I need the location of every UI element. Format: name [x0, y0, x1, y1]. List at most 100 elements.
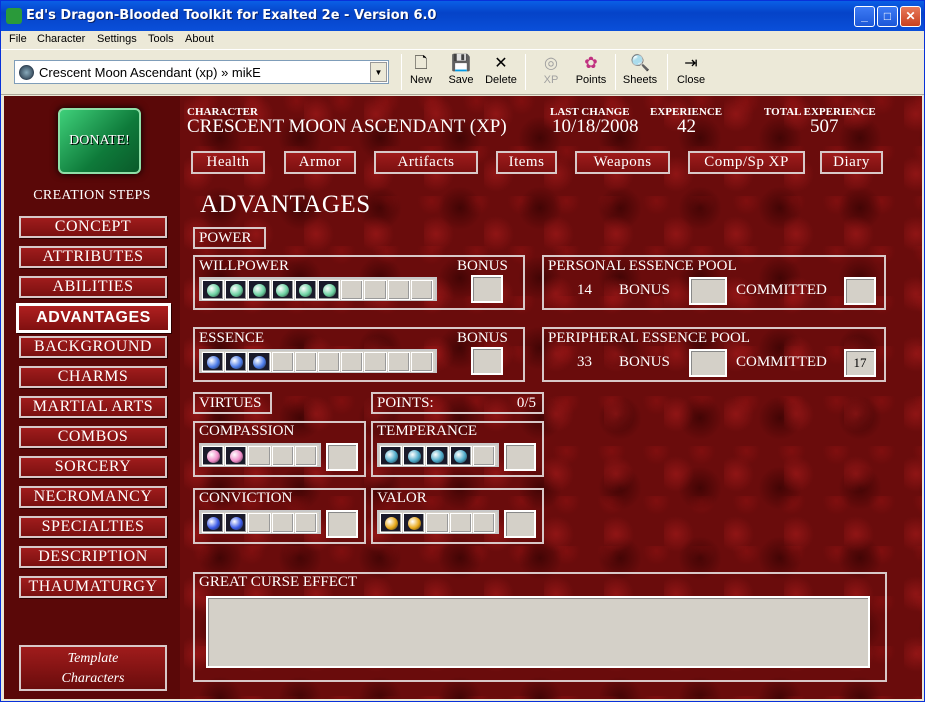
tab-comp-sp-xp[interactable]: Comp/Sp XP	[688, 151, 805, 174]
virtue-conviction-dot[interactable]	[225, 513, 248, 533]
willpower-dot[interactable]	[364, 280, 387, 300]
virtue-compassion-gem-icon	[229, 449, 243, 463]
points-button[interactable]: ✿ Points	[573, 54, 609, 92]
virtue-valor-dots[interactable]	[377, 510, 499, 534]
virtue-valor-field[interactable]	[504, 510, 536, 538]
sidebar-item-abilities[interactable]: ABILITIES	[19, 276, 167, 298]
virtue-temperance-dots[interactable]	[377, 443, 499, 467]
menu-about[interactable]: About	[185, 33, 214, 45]
essence-dot[interactable]	[294, 352, 318, 372]
virtue-temperance-dot[interactable]	[426, 446, 449, 466]
sidebar-item-combos[interactable]: COMBOS	[19, 426, 167, 448]
willpower-dot[interactable]	[318, 280, 341, 300]
close-window-button[interactable]: ✕	[900, 6, 921, 27]
virtue-temperance-dot[interactable]	[449, 446, 472, 466]
character-select-value: Crescent Moon Ascendant (xp) » mikE	[39, 65, 261, 80]
virtue-conviction-dots[interactable]	[199, 510, 321, 534]
essence-dot[interactable]	[202, 352, 225, 372]
willpower-dot[interactable]	[387, 280, 410, 300]
essence-dots[interactable]	[199, 349, 437, 373]
menu-file[interactable]: File	[9, 33, 27, 45]
virtue-conviction-dot[interactable]	[202, 513, 225, 533]
virtue-conviction-dot[interactable]	[271, 513, 294, 533]
new-button[interactable]: 🗋 New	[407, 54, 435, 92]
virtue-valor-dot[interactable]	[403, 513, 426, 533]
personal-committed-field[interactable]	[844, 277, 876, 305]
willpower-dot[interactable]	[248, 280, 271, 300]
great-curse-textarea[interactable]	[206, 596, 870, 668]
willpower-dot[interactable]	[202, 280, 225, 300]
sidebar-item-description[interactable]: DESCRIPTION	[19, 546, 167, 568]
virtue-temperance-dot[interactable]	[380, 446, 403, 466]
minimize-button[interactable]: _	[854, 6, 875, 27]
points-icon: ✿	[584, 55, 598, 72]
essence-dot[interactable]	[248, 352, 271, 372]
sidebar-item-attributes[interactable]: ATTRIBUTES	[19, 246, 167, 268]
virtue-temperance-dot[interactable]	[403, 446, 426, 466]
virtue-compassion-dots[interactable]	[199, 443, 321, 467]
virtue-conviction-dot[interactable]	[294, 513, 318, 533]
sidebar-item-advantages[interactable]: ADVANTAGES	[16, 303, 171, 333]
essence-bonus-field[interactable]	[471, 347, 503, 375]
willpower-dot[interactable]	[410, 280, 434, 300]
virtue-valor-dot[interactable]	[426, 513, 449, 533]
essence-dot[interactable]	[271, 352, 294, 372]
tab-artifacts[interactable]: Artifacts	[374, 151, 478, 174]
essence-dot[interactable]	[410, 352, 434, 372]
delete-button[interactable]: ✕ Delete	[483, 54, 519, 92]
tab-diary[interactable]: Diary	[820, 151, 883, 174]
virtue-valor-dot[interactable]	[472, 513, 496, 533]
sidebar-item-martial-arts[interactable]: MARTIAL ARTS	[19, 396, 167, 418]
maximize-button[interactable]: □	[877, 6, 898, 27]
willpower-dot[interactable]	[225, 280, 248, 300]
willpower-dot[interactable]	[271, 280, 294, 300]
personal-bonus-field[interactable]	[689, 277, 727, 305]
virtue-compassion-dot[interactable]	[202, 446, 225, 466]
essence-dot[interactable]	[318, 352, 341, 372]
sidebar-item-charms[interactable]: CHARMS	[19, 366, 167, 388]
virtue-temperance-box: TEMPERANCE	[371, 421, 544, 477]
save-button[interactable]: 💾 Save	[446, 54, 476, 92]
essence-dot[interactable]	[387, 352, 410, 372]
virtue-compassion-dot[interactable]	[248, 446, 271, 466]
sidebar-item-thaumaturgy[interactable]: THAUMATURGY	[19, 576, 167, 598]
virtue-conviction-field[interactable]	[326, 510, 358, 538]
virtue-temperance-dot[interactable]	[472, 446, 496, 466]
sheets-button[interactable]: 🔍 Sheets	[621, 54, 659, 92]
virtue-compassion-dot[interactable]	[225, 446, 248, 466]
virtue-temperance-field[interactable]	[504, 443, 536, 471]
sidebar-item-specialties[interactable]: SPECIALTIES	[19, 516, 167, 538]
character-select[interactable]: Crescent Moon Ascendant (xp) » mikE ▼	[14, 60, 389, 84]
peripheral-bonus-field[interactable]	[689, 349, 727, 377]
virtue-compassion-dot[interactable]	[294, 446, 318, 466]
tab-weapons[interactable]: Weapons	[575, 151, 670, 174]
peripheral-committed-field[interactable]: 17	[844, 349, 876, 377]
chevron-down-icon[interactable]: ▼	[370, 62, 387, 82]
sidebar-item-necromancy[interactable]: NECROMANCY	[19, 486, 167, 508]
menu-character[interactable]: Character	[37, 33, 85, 45]
essence-dot[interactable]	[364, 352, 387, 372]
essence-dot[interactable]	[225, 352, 248, 372]
menu-tools[interactable]: Tools	[148, 33, 174, 45]
menu-settings[interactable]: Settings	[97, 33, 137, 45]
xp-button[interactable]: ◎ XP	[537, 54, 565, 92]
virtue-compassion-dot[interactable]	[271, 446, 294, 466]
virtue-conviction-dot[interactable]	[248, 513, 271, 533]
tab-items[interactable]: Items	[496, 151, 557, 174]
willpower-bonus-field[interactable]	[471, 275, 503, 303]
sidebar-item-concept[interactable]: CONCEPT	[19, 216, 167, 238]
willpower-dot[interactable]	[341, 280, 364, 300]
sidebar-item-background[interactable]: BACKGROUND	[19, 336, 167, 358]
essence-dot[interactable]	[341, 352, 364, 372]
donate-button[interactable]: DONATE!	[58, 108, 141, 174]
tab-armor[interactable]: Armor	[284, 151, 356, 174]
close-button[interactable]: ⇥ Close	[675, 54, 707, 92]
virtue-valor-dot[interactable]	[380, 513, 403, 533]
template-characters-button[interactable]: Template Characters	[19, 645, 167, 691]
willpower-dots[interactable]	[199, 277, 437, 301]
tab-health[interactable]: Health	[191, 151, 265, 174]
willpower-dot[interactable]	[294, 280, 318, 300]
sidebar-item-sorcery[interactable]: SORCERY	[19, 456, 167, 478]
virtue-valor-dot[interactable]	[449, 513, 472, 533]
virtue-compassion-field[interactable]	[326, 443, 358, 471]
